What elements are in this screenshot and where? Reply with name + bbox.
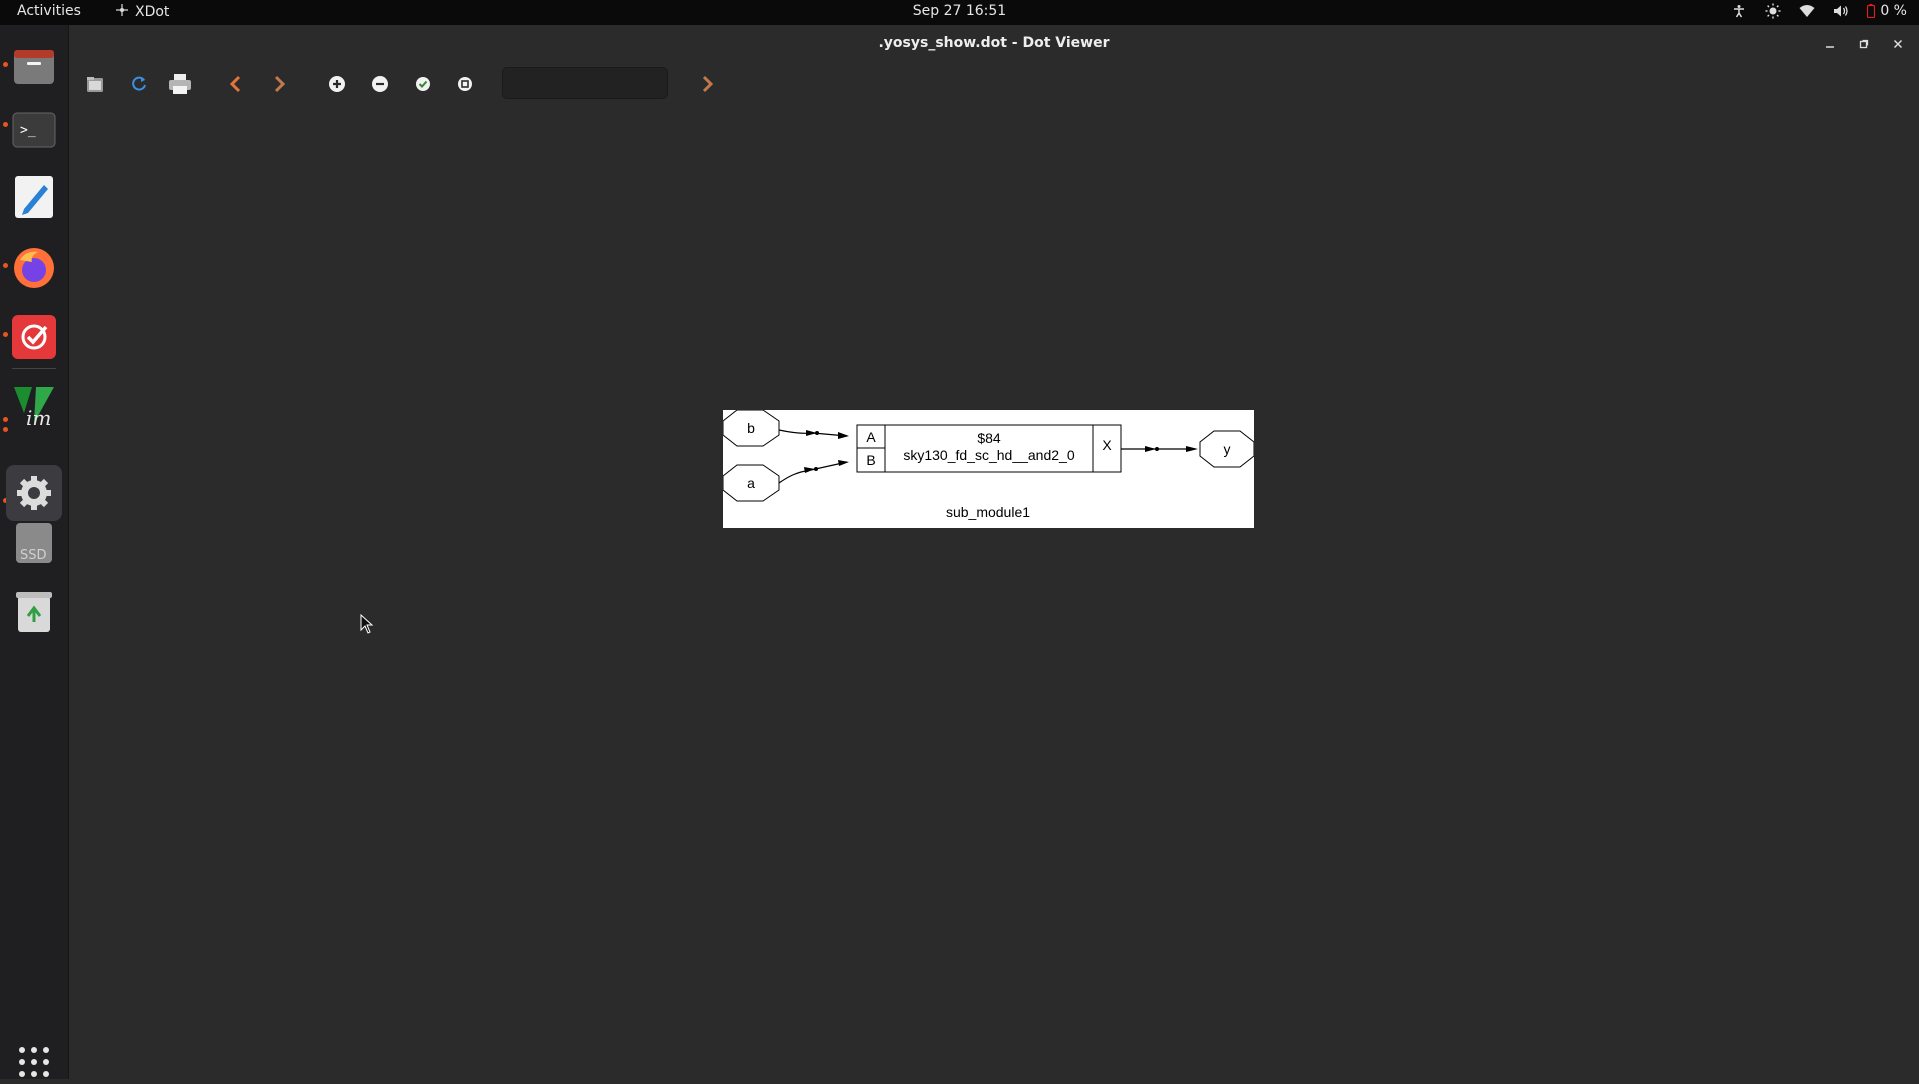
cell-port-B: B: [866, 452, 875, 468]
xdot-app-icon: [115, 3, 129, 21]
cell-port-A: A: [866, 429, 876, 445]
zoom-fit-icon: [416, 77, 430, 91]
wire-a-arrow: [838, 460, 849, 466]
chevron-right-icon: [274, 75, 286, 93]
running-indicator: [3, 122, 8, 127]
wire-b-junction: [815, 431, 819, 435]
restore-icon: [1859, 39, 1869, 49]
zoom-in-icon: [329, 76, 345, 92]
close-icon: [1893, 39, 1903, 49]
clock[interactable]: Sep 27 16:51: [913, 3, 1006, 19]
dock: >_ im SSD: [0, 25, 69, 1079]
vim-icon[interactable]: im: [12, 383, 56, 427]
open-button[interactable]: [79, 68, 111, 100]
text-editor-icon[interactable]: [12, 175, 56, 219]
wire-out-junction: [1155, 447, 1159, 451]
window-titlebar[interactable]: .yosys_show.dot - Dot Viewer: [69, 25, 1919, 63]
accessibility-icon[interactable]: [1731, 3, 1747, 19]
wire-b-arrow: [838, 432, 849, 439]
trash-icon[interactable]: [12, 590, 56, 634]
minimize-button[interactable]: [1819, 33, 1841, 55]
chevron-left-icon: [229, 75, 241, 93]
close-button[interactable]: [1887, 33, 1909, 55]
zoom-in-button[interactable]: [321, 68, 353, 100]
firefox-icon[interactable]: [12, 246, 56, 290]
cell-id: $84: [977, 430, 1001, 446]
svg-text:im: im: [26, 406, 51, 427]
minimize-icon: [1826, 46, 1834, 48]
mouse-pointer-icon: [360, 613, 374, 638]
settings-icon[interactable]: [6, 465, 62, 521]
print-button[interactable]: [164, 68, 196, 100]
wire-out-arrow: [1186, 446, 1198, 452]
input-label-a: a: [747, 475, 755, 491]
back-button[interactable]: [220, 68, 252, 100]
maximize-button[interactable]: [1853, 33, 1875, 55]
app-menu[interactable]: XDot: [115, 3, 169, 21]
running-indicator: [3, 427, 8, 432]
zoom-original-icon: [458, 77, 472, 91]
find-next-button[interactable]: [691, 68, 723, 100]
files-icon[interactable]: [12, 44, 56, 88]
forward-button[interactable]: [263, 68, 295, 100]
battery-empty-icon: [1867, 4, 1876, 18]
zoom-out-icon: [372, 76, 388, 92]
zoom-100-button[interactable]: [449, 68, 481, 100]
window-title: .yosys_show.dot - Dot Viewer: [878, 35, 1110, 51]
brightness-icon[interactable]: [1765, 3, 1781, 19]
running-indicator: [3, 332, 8, 337]
battery-indicator[interactable]: 0 %: [1867, 3, 1907, 19]
wifi-icon[interactable]: [1799, 3, 1815, 19]
app-menu-label: XDot: [135, 4, 170, 20]
show-apps-icon[interactable]: [12, 1040, 56, 1084]
running-indicator: [3, 417, 8, 422]
battery-percent: 0 %: [1880, 3, 1907, 19]
module-name: sub_module1: [946, 504, 1030, 520]
running-indicator: [3, 62, 8, 67]
toolbar: [69, 63, 1919, 105]
wire-out-arrow-mid: [1145, 446, 1156, 452]
reload-button[interactable]: [123, 68, 155, 100]
todo-icon[interactable]: [12, 315, 56, 359]
chevron-right-icon: [702, 75, 714, 93]
ssd-drive-icon[interactable]: SSD: [12, 521, 56, 565]
search-input[interactable]: [502, 67, 668, 99]
print-icon: [169, 74, 191, 94]
cell-type: sky130_fd_sc_hd__and2_0: [903, 447, 1074, 463]
top-bar: Activities XDot Sep 27 16:51 0 %: [0, 0, 1919, 25]
volume-icon[interactable]: [1833, 3, 1849, 19]
activities-button[interactable]: Activities: [17, 3, 81, 19]
dot-graph[interactable]: b a A B $84 sky130_fd_sc_hd__and2_0 X y …: [723, 410, 1254, 528]
dock-separator: [12, 368, 56, 369]
open-file-icon: [87, 77, 103, 92]
terminal-icon[interactable]: >_: [12, 108, 56, 152]
cell-port-X: X: [1102, 437, 1112, 453]
system-tray[interactable]: 0 %: [1731, 3, 1907, 19]
graph-canvas[interactable]: [69, 105, 1919, 1079]
output-label-y: y: [1224, 441, 1231, 457]
svg-text:>_: >_: [20, 123, 36, 138]
zoom-fit-button[interactable]: [407, 68, 439, 100]
reload-icon: [132, 76, 146, 91]
input-label-b: b: [747, 420, 755, 436]
wire-a-to-B: [778, 461, 848, 484]
wire-a-junction: [814, 467, 818, 471]
zoom-out-button[interactable]: [364, 68, 396, 100]
ssd-label: SSD: [20, 548, 47, 563]
running-indicator: [3, 263, 8, 268]
